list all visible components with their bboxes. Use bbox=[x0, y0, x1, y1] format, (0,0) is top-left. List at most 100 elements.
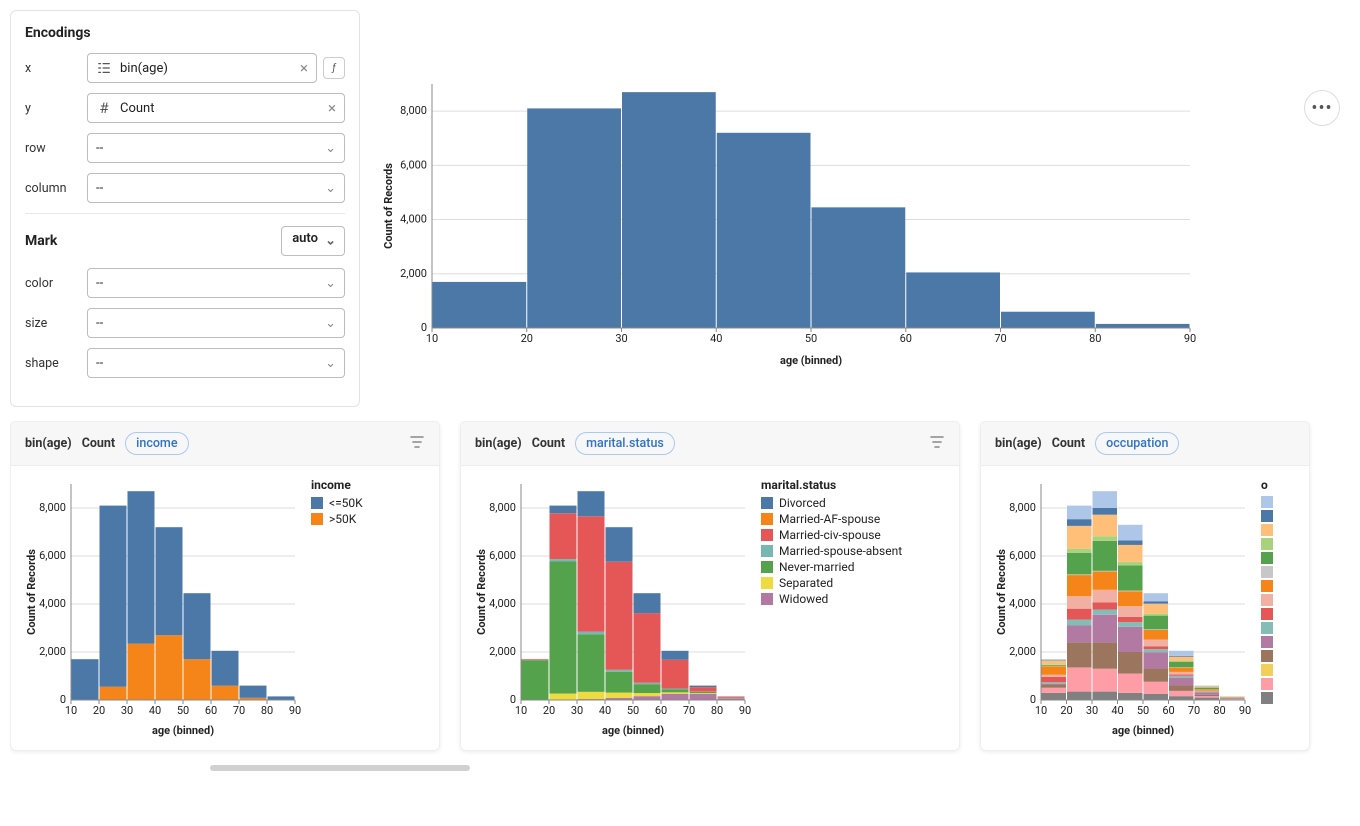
svg-text:70: 70 bbox=[994, 332, 1006, 345]
svg-text:Count of Records: Count of Records bbox=[25, 549, 38, 635]
horizontal-scrollbar[interactable] bbox=[210, 765, 470, 771]
svg-text:30: 30 bbox=[571, 704, 583, 717]
enc-label-row: row bbox=[25, 141, 81, 156]
pill-income[interactable]: income bbox=[125, 432, 188, 455]
suggestion-cards[interactable]: bin(age) Count income 02,0004,0006,0008,… bbox=[10, 421, 1350, 761]
pill-occupation[interactable]: occupation bbox=[1095, 432, 1179, 455]
marital-chart: 02,0004,0006,0008,000102030405060708090a… bbox=[473, 478, 753, 738]
svg-text:20: 20 bbox=[543, 704, 555, 717]
card-occupation[interactable]: bin(age) Count occupation 02,0004,0006,0… bbox=[980, 421, 1310, 751]
svg-text:10: 10 bbox=[1035, 704, 1047, 717]
svg-text:60: 60 bbox=[205, 704, 217, 717]
svg-text:8,000: 8,000 bbox=[39, 501, 66, 514]
svg-text:6,000: 6,000 bbox=[39, 549, 66, 562]
clear-y-icon[interactable]: × bbox=[328, 99, 336, 117]
legend-item bbox=[1261, 496, 1273, 508]
card-head: bin(age) Count marital.status bbox=[461, 422, 959, 466]
svg-text:80: 80 bbox=[1089, 332, 1101, 345]
svg-text:2,000: 2,000 bbox=[1009, 645, 1036, 658]
enc-value-color: -- bbox=[96, 276, 319, 291]
legend-item: Never-married bbox=[761, 560, 902, 574]
enc-select-y[interactable]: # Count × bbox=[87, 93, 345, 123]
function-button-x[interactable]: ƒ bbox=[323, 57, 345, 79]
legend-item bbox=[1261, 580, 1273, 592]
svg-text:age (binned): age (binned) bbox=[780, 354, 842, 367]
svg-text:2,000: 2,000 bbox=[39, 645, 66, 658]
svg-text:50: 50 bbox=[805, 332, 817, 345]
svg-text:4,000: 4,000 bbox=[400, 213, 427, 226]
enc-select-x[interactable]: bin(age) × bbox=[87, 53, 317, 83]
svg-text:30: 30 bbox=[615, 332, 627, 345]
svg-text:age (binned): age (binned) bbox=[152, 724, 214, 737]
svg-text:70: 70 bbox=[683, 704, 695, 717]
legend-item: >50K bbox=[311, 512, 363, 526]
svg-text:Count of Records: Count of Records bbox=[475, 549, 488, 635]
svg-text:70: 70 bbox=[233, 704, 245, 717]
divider bbox=[25, 213, 345, 214]
svg-text:10: 10 bbox=[426, 332, 438, 345]
enc-label-x: x bbox=[25, 61, 81, 76]
pill-marital[interactable]: marital.status bbox=[575, 432, 675, 455]
legend-title: marital.status bbox=[761, 478, 902, 492]
legend-item: Widowed bbox=[761, 592, 902, 606]
pill-count: Count bbox=[532, 436, 565, 451]
svg-text:6,000: 6,000 bbox=[1009, 549, 1036, 562]
chevron-down-icon: ⌄ bbox=[325, 181, 336, 196]
mark-select[interactable]: auto ⌄ bbox=[281, 226, 345, 256]
svg-text:30: 30 bbox=[121, 704, 133, 717]
svg-text:8,000: 8,000 bbox=[489, 501, 516, 514]
chevron-down-icon: ⌄ bbox=[325, 141, 336, 156]
svg-text:60: 60 bbox=[655, 704, 667, 717]
svg-text:age (binned): age (binned) bbox=[602, 724, 664, 737]
card-income[interactable]: bin(age) Count income 02,0004,0006,0008,… bbox=[10, 421, 440, 751]
chevron-down-icon: ⌄ bbox=[325, 234, 336, 249]
hash-icon: # bbox=[96, 100, 112, 116]
svg-text:60: 60 bbox=[900, 332, 912, 345]
enc-select-shape[interactable]: -- ⌄ bbox=[87, 348, 345, 378]
enc-select-size[interactable]: -- ⌄ bbox=[87, 308, 345, 338]
clear-x-icon[interactable]: × bbox=[300, 59, 308, 77]
legend-item bbox=[1261, 622, 1273, 634]
enc-label-size: size bbox=[25, 316, 81, 331]
legend-item: Divorced bbox=[761, 496, 902, 510]
legend-item bbox=[1261, 566, 1273, 578]
encoding-row-size: size -- ⌄ bbox=[25, 308, 345, 338]
enc-select-column[interactable]: -- ⌄ bbox=[87, 173, 345, 203]
encodings-panel: Encodings x bin(age) × ƒ y # Count × row bbox=[10, 10, 360, 407]
legend-item bbox=[1261, 664, 1273, 676]
card-head: bin(age) Count occupation bbox=[981, 422, 1309, 466]
svg-text:8,000: 8,000 bbox=[1009, 501, 1036, 514]
legend-item bbox=[1261, 552, 1273, 564]
chart-options-button[interactable]: ••• bbox=[1304, 90, 1340, 126]
enc-select-color[interactable]: -- ⌄ bbox=[87, 268, 345, 298]
enc-label-column: column bbox=[25, 181, 81, 196]
svg-text:8,000: 8,000 bbox=[400, 104, 427, 117]
svg-text:40: 40 bbox=[1111, 704, 1123, 717]
svg-text:4,000: 4,000 bbox=[1009, 597, 1036, 610]
encodings-title: Encodings bbox=[25, 25, 345, 41]
pill-count: Count bbox=[1052, 436, 1085, 451]
legend-item bbox=[1261, 608, 1273, 620]
enc-select-row[interactable]: -- ⌄ bbox=[87, 133, 345, 163]
svg-text:80: 80 bbox=[1213, 704, 1225, 717]
enc-value-size: -- bbox=[96, 316, 319, 331]
filter-icon[interactable] bbox=[409, 434, 425, 454]
legend-income: income <=50K >50K bbox=[311, 478, 363, 738]
svg-text:40: 40 bbox=[599, 704, 611, 717]
legend-occupation: o bbox=[1261, 478, 1273, 738]
legend-item bbox=[1261, 692, 1273, 704]
enc-value-row: -- bbox=[96, 141, 319, 156]
svg-text:30: 30 bbox=[1086, 704, 1098, 717]
svg-text:90: 90 bbox=[1184, 332, 1196, 345]
main-chart: 02,0004,0006,0008,000102030405060708090a… bbox=[380, 78, 1200, 368]
svg-text:70: 70 bbox=[1188, 704, 1200, 717]
filter-icon[interactable] bbox=[929, 434, 945, 454]
chevron-down-icon: ⌄ bbox=[325, 276, 336, 291]
enc-value-x: bin(age) bbox=[120, 61, 296, 76]
card-marital[interactable]: bin(age) Count marital.status 02,0004,00… bbox=[460, 421, 960, 751]
svg-text:4,000: 4,000 bbox=[489, 597, 516, 610]
legend-title: income bbox=[311, 478, 363, 492]
enc-label-shape: shape bbox=[25, 356, 81, 371]
legend-item bbox=[1261, 538, 1273, 550]
mark-label: Mark bbox=[25, 233, 57, 249]
